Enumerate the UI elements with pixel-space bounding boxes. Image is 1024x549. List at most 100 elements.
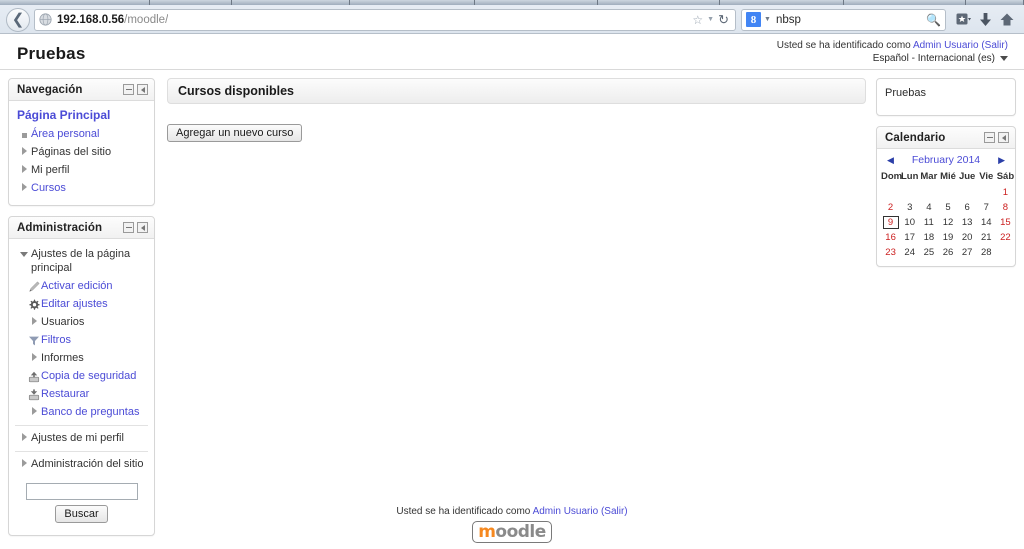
calendar-today-cell[interactable]: 9 xyxy=(882,216,899,229)
calendar-day-cell[interactable]: 14 xyxy=(977,215,996,230)
administration-block-controls xyxy=(123,222,148,233)
calendar-empty-cell xyxy=(938,185,957,200)
reload-icon[interactable]: ↻ xyxy=(718,13,729,26)
calendar-day-cell[interactable]: 17 xyxy=(900,230,919,245)
calendar-day-cell[interactable]: 11 xyxy=(919,215,938,230)
sidebar-item-filtros[interactable]: Filtros xyxy=(15,331,148,349)
footer-user-link[interactable]: Admin Usuario xyxy=(533,506,599,517)
address-bar[interactable]: 192.168.0.56/moodle/ ☆ ▼ ↻ xyxy=(34,8,736,31)
calendar-weekday-header: Jue xyxy=(958,171,976,182)
google-search-engine-icon[interactable]: 8 xyxy=(746,12,761,27)
gear-icon xyxy=(27,297,41,311)
search-input[interactable]: nbsp xyxy=(776,14,801,26)
home-button[interactable] xyxy=(996,9,1018,31)
sidebar-item-home[interactable]: Página Principal xyxy=(15,107,148,125)
navigation-block-title: Navegación xyxy=(17,83,83,96)
back-arrow-icon[interactable]: ❮ xyxy=(6,7,30,32)
sidebar-item-banco-de-preguntas[interactable]: Banco de preguntas xyxy=(15,403,148,421)
calendar-day-cell[interactable]: 28 xyxy=(977,245,996,260)
star-icon[interactable]: ☆ xyxy=(692,14,703,26)
calendar-block-header: Calendario xyxy=(877,127,1015,149)
calendar-week-row: 23 24 25 26 27 28 xyxy=(881,245,1015,260)
dock-left-icon[interactable] xyxy=(137,84,148,95)
calendar-day-cell[interactable]: 12 xyxy=(938,215,957,230)
add-new-course-button[interactable]: Agregar un nuevo curso xyxy=(167,124,303,142)
minus-icon[interactable] xyxy=(123,222,134,233)
chevron-down-icon[interactable]: ▼ xyxy=(707,16,714,23)
add-course-wrapper: Agregar un nuevo curso xyxy=(167,124,866,142)
browser-chrome: ❮ 192.168.0.56/moodle/ ☆ ▼ ↻ 8 ▼ nbsp 🔍 xyxy=(0,0,1024,34)
calendar-day-cell[interactable]: 4 xyxy=(919,200,938,215)
sidebar-item-ajustes-mi-perfil[interactable]: Ajustes de mi perfil xyxy=(15,429,148,447)
chevron-down-icon[interactable]: ▼ xyxy=(764,16,771,23)
sidebar-item-copia-de-seguridad[interactable]: Copia de seguridad xyxy=(15,367,148,385)
triangle-right-icon[interactable]: ▶ xyxy=(998,155,1005,165)
calendar-month-label[interactable]: February 2014 xyxy=(900,154,992,166)
triangle-left-icon[interactable]: ◀ xyxy=(887,155,894,165)
navigation-item-list: Área personal Páginas del sitio Mi perfi… xyxy=(15,125,148,197)
sidebar-item-usuarios[interactable]: Usuarios xyxy=(15,313,148,331)
calendar-day-cell[interactable]: 3 xyxy=(900,200,919,215)
calendar-day-cell[interactable]: 2 xyxy=(881,200,900,215)
triangle-right-icon xyxy=(27,405,41,415)
sidebar-item-label: Banco de preguntas xyxy=(41,406,140,418)
calendar-weekday-header: Lun xyxy=(901,171,919,182)
dock-left-icon[interactable] xyxy=(998,132,1009,143)
sidebar-item-mi-perfil[interactable]: Mi perfil xyxy=(15,161,148,179)
sidebar-item-ajustes-pagina-principal[interactable]: Ajustes de la página principal xyxy=(15,245,148,277)
login-prefix-text: Usted se ha identificado como xyxy=(776,40,913,51)
calendar-day-cell[interactable]: 18 xyxy=(919,230,938,245)
calendar-day-cell[interactable]: 9 xyxy=(881,215,900,230)
sidebar-item-administracion-del-sitio[interactable]: Administración del sitio xyxy=(15,455,148,473)
footer-login-info: Usted se ha identificado como Admin Usua… xyxy=(0,506,1024,517)
sidebar-item-activar-edicion[interactable]: Activar edición xyxy=(15,277,148,295)
dock-left-icon[interactable] xyxy=(137,222,148,233)
calendar-day-cell[interactable]: 22 xyxy=(996,230,1015,245)
sidebar-item-label: Cursos xyxy=(31,182,66,194)
bookmarks-menu-button[interactable] xyxy=(952,9,974,31)
logout-link[interactable]: (Salir) xyxy=(981,40,1008,51)
calendar-day-cell[interactable]: 6 xyxy=(958,200,977,215)
magnifier-icon[interactable]: 🔍 xyxy=(926,13,941,27)
calendar-day-cell[interactable]: 5 xyxy=(938,200,957,215)
calendar-day-cell[interactable]: 15 xyxy=(996,215,1015,230)
pencil-icon xyxy=(27,279,41,293)
calendar-day-cell[interactable]: 19 xyxy=(938,230,957,245)
sidebar-item-cursos[interactable]: Cursos xyxy=(15,179,148,197)
minus-icon[interactable] xyxy=(984,132,995,143)
administration-block-body: Ajustes de la página principal Activar e… xyxy=(9,239,154,535)
user-profile-link[interactable]: Admin Usuario xyxy=(913,40,979,51)
calendar-weekday-header: Sáb xyxy=(996,171,1015,182)
moodle-logo[interactable]: m oodle xyxy=(472,521,552,543)
calendar-day-cell[interactable]: 25 xyxy=(919,245,938,260)
footer-logout-link[interactable]: (Salir) xyxy=(601,506,628,517)
sidebar-item-paginas-del-sitio[interactable]: Páginas del sitio xyxy=(15,143,148,161)
calendar-day-cell[interactable]: 10 xyxy=(900,215,919,230)
downloads-button[interactable] xyxy=(974,9,996,31)
calendar-day-cell[interactable]: 13 xyxy=(958,215,977,230)
calendar-day-cell[interactable]: 7 xyxy=(977,200,996,215)
language-selector[interactable]: Español - Internacional (es) xyxy=(777,53,1008,64)
minus-icon[interactable] xyxy=(123,84,134,95)
calendar-day-cell[interactable]: 27 xyxy=(958,245,977,260)
calendar-day-cell[interactable]: 1 xyxy=(996,185,1015,200)
calendar-day-cell[interactable]: 24 xyxy=(900,245,919,260)
header-login-info: Usted se ha identificado como Admin Usua… xyxy=(777,40,1008,64)
sidebar-item-area-personal[interactable]: Área personal xyxy=(15,125,148,143)
sidebar-item-restaurar[interactable]: Restaurar xyxy=(15,385,148,403)
triangle-right-icon xyxy=(17,163,31,173)
administration-block-title: Administración xyxy=(17,221,103,234)
calendar-day-cell[interactable]: 16 xyxy=(881,230,900,245)
calendar-day-cell[interactable]: 8 xyxy=(996,200,1015,215)
sidebar-item-informes[interactable]: Informes xyxy=(15,349,148,367)
sidebar-item-editar-ajustes[interactable]: Editar ajustes xyxy=(15,295,148,313)
administration-tertiary-list: Administración del sitio xyxy=(15,455,148,473)
calendar-day-cell[interactable]: 21 xyxy=(977,230,996,245)
calendar-day-cell[interactable]: 26 xyxy=(938,245,957,260)
search-bar[interactable]: 8 ▼ nbsp 🔍 xyxy=(741,8,946,31)
calendar-day-cell[interactable]: 23 xyxy=(881,245,900,260)
calendar-day-cell[interactable]: 20 xyxy=(958,230,977,245)
admin-search-input[interactable] xyxy=(25,483,138,500)
calendar-block-body: ◀ February 2014 ▶ Dom Lun Mar Mié Jue Vie Sáb … xyxy=(877,149,1015,266)
home-icon xyxy=(1000,13,1014,26)
